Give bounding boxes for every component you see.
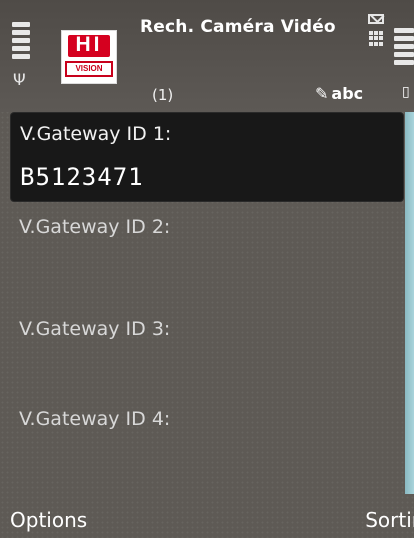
input-mode-indicator: ✎ abc xyxy=(315,84,363,103)
app-title: Rech. Caméra Vidéo xyxy=(140,17,336,37)
gateway-id-4-label: V.Gateway ID 4: xyxy=(19,408,171,430)
status-bar: Ψ HI VISION Rech. Caméra Vidéo (1) ✎ abc … xyxy=(0,0,414,112)
gateway-id-1-field[interactable]: V.Gateway ID 1: B5123471 xyxy=(10,112,404,202)
gateway-id-3-field[interactable]: V.Gateway ID 3: xyxy=(10,318,404,394)
clipboard-icon: ▯ xyxy=(402,84,410,100)
gateway-id-2-field[interactable]: V.Gateway ID 2: xyxy=(10,216,404,292)
scrollbar[interactable] xyxy=(405,112,414,494)
pen-icon: ✎ xyxy=(315,84,329,103)
app-logo: HI VISION xyxy=(61,30,117,84)
menu-grid-icon xyxy=(369,31,384,46)
battery-icon xyxy=(394,28,414,68)
gateway-id-4-field[interactable]: V.Gateway ID 4: xyxy=(10,408,404,484)
antenna-icon: Ψ xyxy=(13,70,26,89)
exit-softkey[interactable]: Sortir xyxy=(365,508,414,532)
gateway-id-3-label: V.Gateway ID 3: xyxy=(19,318,171,340)
options-softkey[interactable]: Options xyxy=(10,508,87,532)
message-icon xyxy=(368,14,384,24)
softkey-bar: Options Sortir xyxy=(0,494,414,538)
gateway-id-2-label: V.Gateway ID 2: xyxy=(19,216,171,238)
gateway-id-1-label: V.Gateway ID 1: xyxy=(20,123,172,145)
input-mode-label: abc xyxy=(331,84,364,103)
signal-strength-icon xyxy=(12,22,30,62)
page-counter: (1) xyxy=(152,86,174,104)
gateway-id-1-input[interactable]: B5123471 xyxy=(20,163,144,191)
